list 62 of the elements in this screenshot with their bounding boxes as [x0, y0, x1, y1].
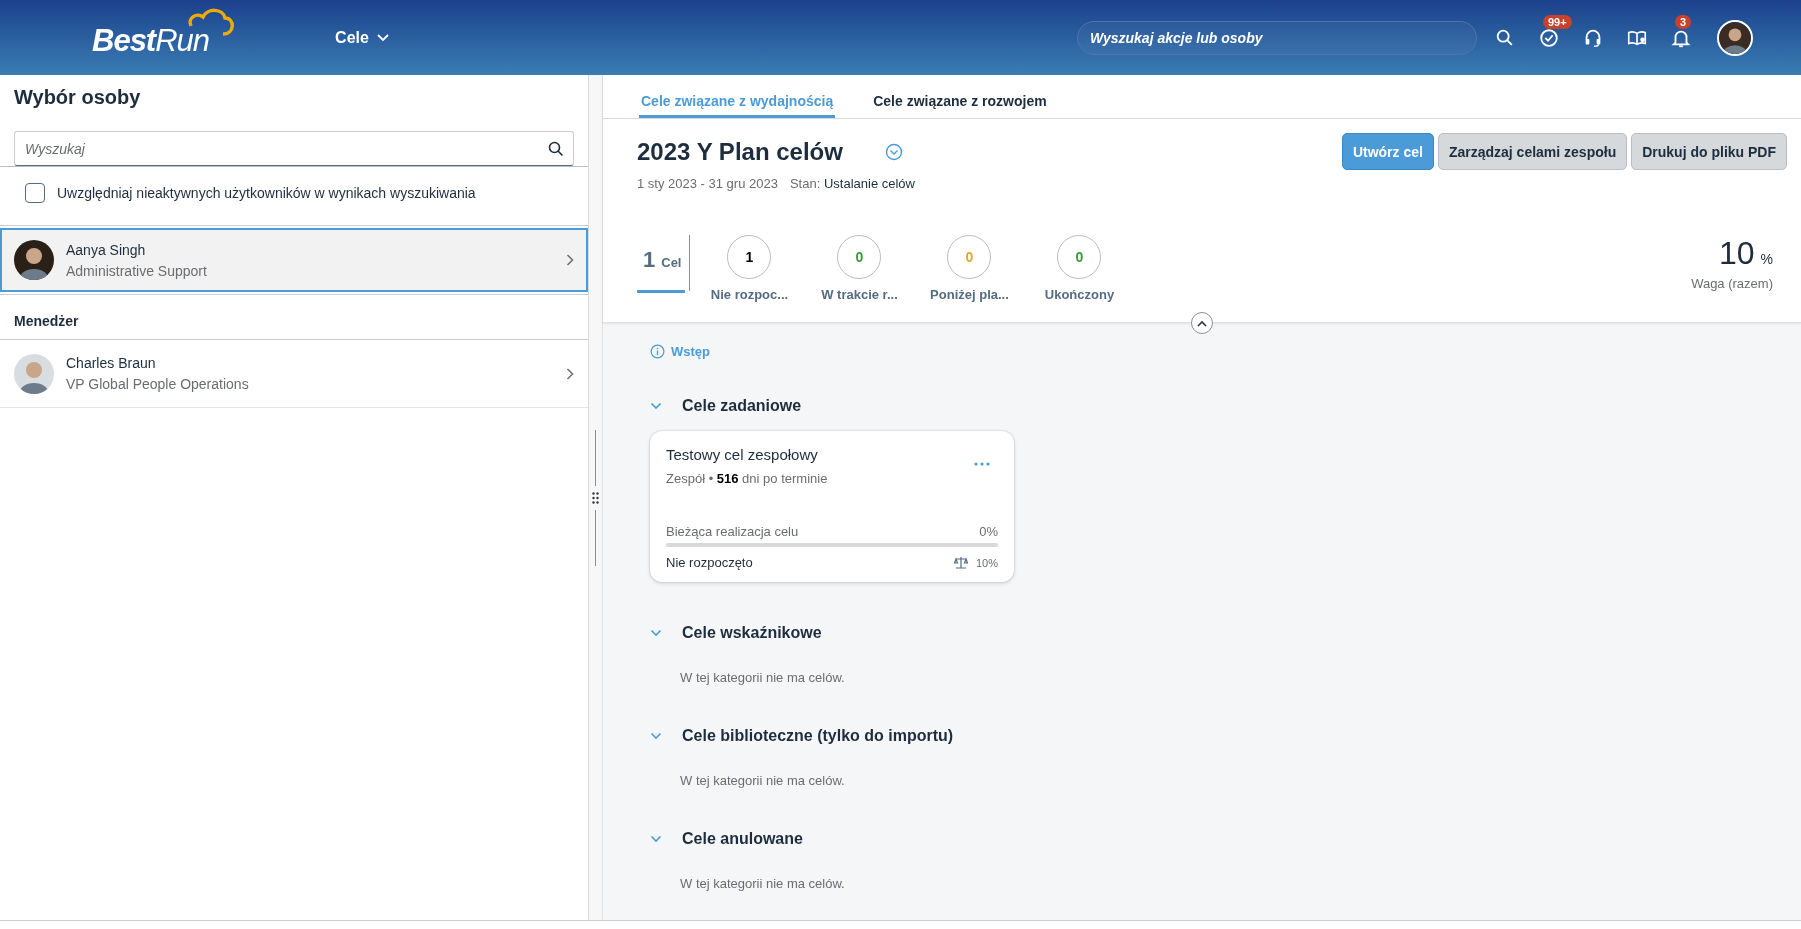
status-label: W trakcie r...: [821, 287, 898, 302]
weight-label: Waga (razem): [1691, 276, 1773, 291]
section-header[interactable]: Cele biblioteczne (tylko do importu): [650, 727, 954, 745]
status-label: Ukończony: [1044, 287, 1115, 302]
section-heading: Menedżer: [14, 313, 79, 329]
chevron-right-icon: [566, 367, 574, 380]
checkbox[interactable]: [25, 183, 45, 203]
module-menu[interactable]: Cele: [331, 24, 393, 51]
panel-title: Wybór osoby: [13, 85, 142, 110]
search-field[interactable]: Wyszukaj akcje lub osoby: [1077, 20, 1477, 55]
person-item[interactable]: Charles Braun VP Global People Operations: [0, 340, 588, 408]
chevron-right-icon: [566, 254, 574, 266]
logo[interactable]: BestRun: [92, 7, 236, 60]
action-button[interactable]: Zarządzaj celami zespołu: [1437, 133, 1628, 170]
status-count[interactable]: 0: [837, 235, 882, 279]
plan-title: 2023 Y Plan celów: [637, 137, 843, 166]
more-icon: [974, 462, 990, 466]
goal-card[interactable]: Testowy cel zespołowy Zespół • 516 dni po terminie Bieżąca realizacja celu 0% Nie rozpoczęto 10%: [650, 431, 1014, 582]
status-label: Poniżej pla...: [930, 287, 1009, 302]
goal-weight: 10%: [975, 556, 998, 569]
collapse-button[interactable]: [1191, 312, 1213, 334]
section-header[interactable]: Cele wskaźnikowe: [650, 624, 822, 642]
goal-meta: Zespół • 516 dni po terminie: [666, 471, 828, 486]
goal-status: Nie rozpoczęto: [666, 555, 753, 570]
scale-icon: [953, 556, 968, 569]
person-role: VP Global People Operations: [66, 376, 249, 392]
goal-title: Testowy cel zespołowy: [666, 446, 818, 463]
tab[interactable]: Cele związane z rozwojem: [871, 75, 1049, 118]
person-role: Administrative Support: [66, 262, 207, 279]
splitter-handle-icon[interactable]: [592, 491, 599, 504]
progress-value: 0%: [979, 524, 998, 539]
date-range: 1 sty 2023 - 31 gru 2023: [637, 176, 778, 191]
status-count[interactable]: 0: [1057, 235, 1102, 279]
chevron-down-icon: [376, 33, 389, 42]
section-header[interactable]: Cele zadaniowe: [650, 397, 802, 415]
checkbox-label: Uwzględniaj nieaktywnych użytkowników w wynikach wyszukiwania: [57, 185, 476, 201]
weight-unit: %: [1760, 251, 1773, 267]
count-badge: 3: [1675, 14, 1692, 29]
person-name: Charles Braun: [66, 355, 156, 371]
person-item[interactable]: Aanya Singh Administrative Support: [0, 228, 588, 292]
chevron-down-circle-icon[interactable]: [884, 142, 903, 161]
action-button[interactable]: Drukuj do pliku PDF: [1631, 133, 1787, 170]
check-circle-icon: [1538, 26, 1560, 49]
person-name: Aanya Singh: [66, 241, 146, 258]
status-count[interactable]: 1: [727, 235, 772, 279]
info-icon: [650, 344, 665, 359]
empty-message: W tej kategorii nie ma celów.: [680, 876, 845, 891]
progress-label: Bieżąca realizacja celu: [666, 524, 799, 539]
status-label: Nie rozpoc...: [710, 287, 789, 302]
weight-value: 10: [1718, 235, 1755, 272]
count-badge: 99+: [1543, 14, 1572, 29]
status-value: Ustalanie celów: [823, 176, 915, 191]
section-header[interactable]: Cele anulowane: [650, 830, 803, 848]
search-icon[interactable]: [548, 141, 564, 157]
status-label: Stan:: [789, 176, 821, 191]
user-avatar[interactable]: [1719, 21, 1751, 54]
person-avatar: [14, 240, 54, 280]
empty-message: W tej kategorii nie ma celów.: [680, 670, 845, 685]
empty-message: W tej kategorii nie ma celów.: [680, 773, 845, 788]
goal-count-tab[interactable]: 1 Cel: [637, 235, 686, 293]
person-avatar: [14, 353, 54, 394]
chevron-up-icon: [1197, 319, 1207, 327]
